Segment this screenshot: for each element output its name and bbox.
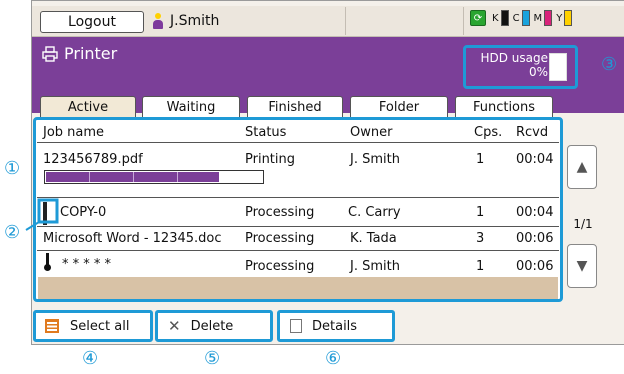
ink-levels: ⟳ K C M Y: [470, 10, 576, 26]
close-icon: ✕: [168, 317, 181, 335]
delete-button[interactable]: ✕ Delete: [155, 310, 273, 342]
job-copies: 1: [476, 152, 485, 167]
page-title-text: Printer: [64, 44, 118, 63]
logout-button[interactable]: Logout: [40, 11, 144, 33]
tab-functions[interactable]: Functions: [455, 96, 553, 118]
job-received: 00:06: [516, 231, 554, 246]
tab-waiting[interactable]: Waiting: [142, 96, 240, 118]
callout-1: ①: [4, 158, 21, 179]
callout-2: ②: [4, 222, 21, 243]
up-arrow-icon: ▲: [576, 159, 588, 175]
callout-6: ⑥: [325, 348, 342, 369]
select-all-label: Select all: [70, 318, 130, 334]
status-divider: [463, 7, 464, 35]
print-progress-fill: [46, 172, 219, 182]
job-status: Processing: [245, 231, 315, 246]
scroll-down-button[interactable]: ▼: [567, 244, 597, 288]
divider: [37, 142, 559, 143]
document-icon: [290, 319, 302, 333]
callout-2-marker: [25, 198, 59, 231]
refresh-icon[interactable]: ⟳: [470, 10, 486, 26]
details-button[interactable]: Details: [277, 310, 395, 342]
hdd-usage-label: HDD usage: [480, 51, 548, 65]
delete-label: Delete: [190, 318, 234, 334]
callout-3: ③: [601, 54, 618, 75]
job-name: COPY-0: [60, 205, 107, 220]
column-header-job-name: Job name: [43, 125, 105, 140]
ink-level-y: Y: [556, 10, 573, 26]
job-owner: J. Smith: [350, 152, 400, 167]
job-copies: 1: [476, 205, 485, 220]
scroll-up-button[interactable]: ▲: [567, 145, 597, 189]
job-copies: 1: [476, 259, 485, 274]
hdd-usage-bar: [549, 53, 567, 81]
hdd-usage-value: 0%: [528, 65, 548, 79]
column-header-owner: Owner: [350, 125, 393, 140]
job-received: 00:04: [516, 205, 554, 220]
ink-level-m: M: [534, 10, 553, 26]
ink-level-k: K: [492, 10, 509, 26]
current-user: J.Smith: [152, 10, 219, 32]
column-header-copies: Cps.: [474, 125, 503, 140]
divider: [37, 197, 559, 198]
details-label: Details: [312, 318, 358, 334]
status-divider: [345, 7, 346, 35]
list-footer: [38, 277, 558, 299]
select-all-icon: [45, 319, 59, 333]
job-name: * * * * *: [62, 257, 112, 272]
hdd-usage-text: HDD usage 0%: [470, 51, 548, 79]
callout-4: ④: [82, 348, 99, 369]
job-owner: C. Carry: [348, 205, 401, 220]
job-owner: K. Tada: [350, 231, 397, 246]
callout-5: ⑤: [204, 348, 221, 369]
column-header-status: Status: [245, 125, 287, 140]
job-name: Microsoft Word - 12345.doc: [43, 231, 222, 246]
printer-icon: [42, 45, 58, 62]
job-received: 00:06: [516, 259, 554, 274]
tab-finished[interactable]: Finished: [247, 96, 343, 118]
ink-level-c: C: [513, 10, 530, 26]
tab-folder[interactable]: Folder: [350, 96, 448, 118]
job-owner: J. Smith: [350, 259, 400, 274]
page-title: Printer: [42, 44, 117, 63]
down-arrow-icon: ▼: [576, 258, 588, 274]
user-name: J.Smith: [170, 13, 220, 29]
job-status: Processing: [245, 205, 315, 220]
job-status: Printing: [245, 152, 296, 167]
column-header-received: Rcvd: [516, 125, 549, 140]
secure-job-icon: [44, 253, 51, 271]
job-name: 123456789.pdf: [43, 152, 143, 167]
job-copies: 3: [476, 231, 485, 246]
tab-active[interactable]: Active: [40, 96, 136, 118]
select-all-button[interactable]: Select all: [33, 310, 153, 342]
page-indicator: 1/1: [573, 217, 593, 231]
job-received: 00:04: [516, 152, 554, 167]
job-status: Processing: [245, 259, 315, 274]
user-icon: [152, 13, 164, 29]
